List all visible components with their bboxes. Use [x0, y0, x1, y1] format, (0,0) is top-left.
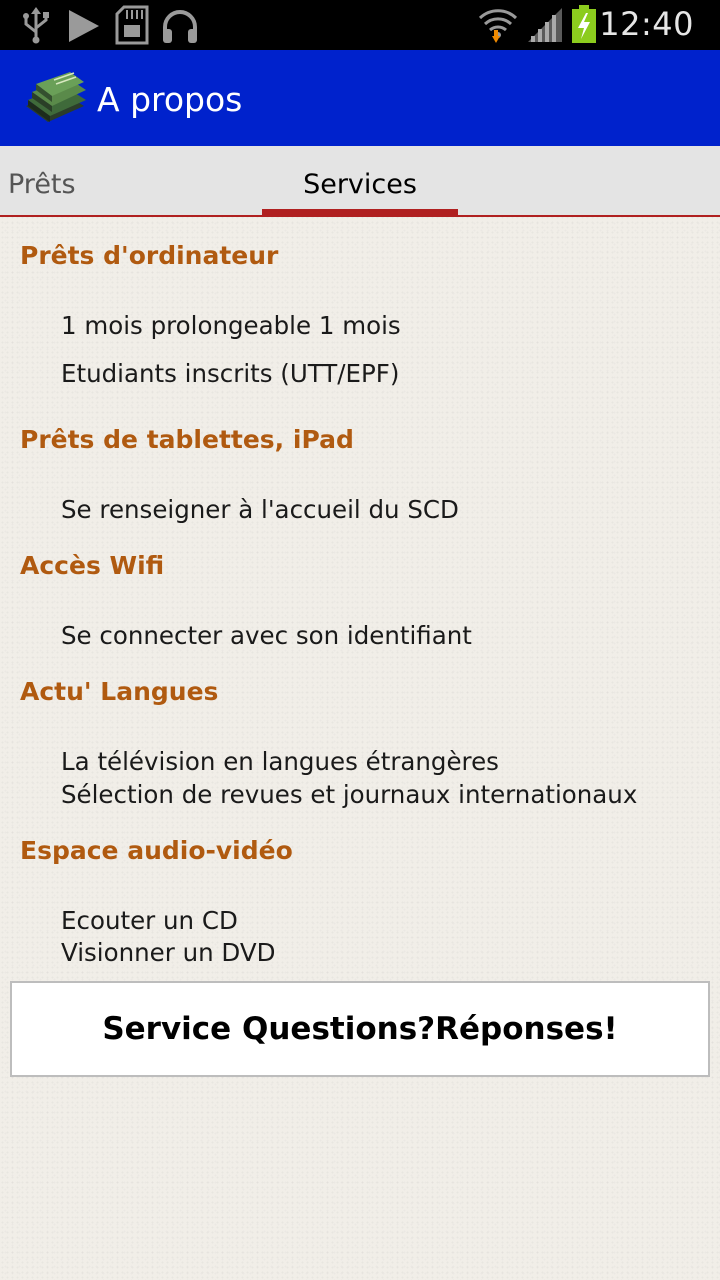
- headphones-icon: [160, 7, 200, 50]
- tab-selected-indicator: [262, 209, 458, 215]
- section-line: La télévision en langues étrangères: [61, 747, 499, 776]
- section-title-tablet-loans: Prêts de tablettes, iPad: [20, 425, 354, 454]
- books-icon[interactable]: [24, 70, 88, 128]
- section-line: Se renseigner à l'accueil du SCD: [61, 495, 459, 524]
- tab-bar: Prêts Services: [0, 146, 720, 217]
- sd-card-icon: [115, 5, 149, 50]
- questions-reponses-button[interactable]: Service Questions?Réponses!: [10, 981, 710, 1077]
- battery-charging-icon: [570, 4, 598, 49]
- section-line: Sélection de revues et journaux internat…: [61, 780, 638, 809]
- wifi-icon: [478, 6, 518, 49]
- section-line: Etudiants inscrits (UTT/EPF): [61, 359, 400, 388]
- tab-services[interactable]: Services: [262, 146, 458, 215]
- section-line: Se connecter avec son identifiant: [61, 621, 472, 650]
- section-line: Visionner un DVD: [61, 938, 276, 967]
- signal-icon: [528, 8, 564, 47]
- status-bar: 12:40: [0, 0, 720, 50]
- section-line: Ecouter un CD: [61, 906, 238, 935]
- section-title-computer-loans: Prêts d'ordinateur: [20, 241, 279, 270]
- page-title: A propos: [97, 80, 243, 119]
- section-line: 1 mois prolongeable 1 mois: [61, 311, 401, 340]
- section-title-languages: Actu' Langues: [20, 677, 219, 706]
- action-bar: A propos: [0, 50, 720, 146]
- tab-prets[interactable]: Prêts: [8, 146, 168, 215]
- play-icon: [66, 8, 102, 49]
- section-title-audio-video: Espace audio-vidéo: [20, 836, 293, 865]
- usb-icon: [20, 6, 52, 49]
- section-title-wifi: Accès Wifi: [20, 551, 165, 580]
- clock: 12:40: [599, 5, 694, 43]
